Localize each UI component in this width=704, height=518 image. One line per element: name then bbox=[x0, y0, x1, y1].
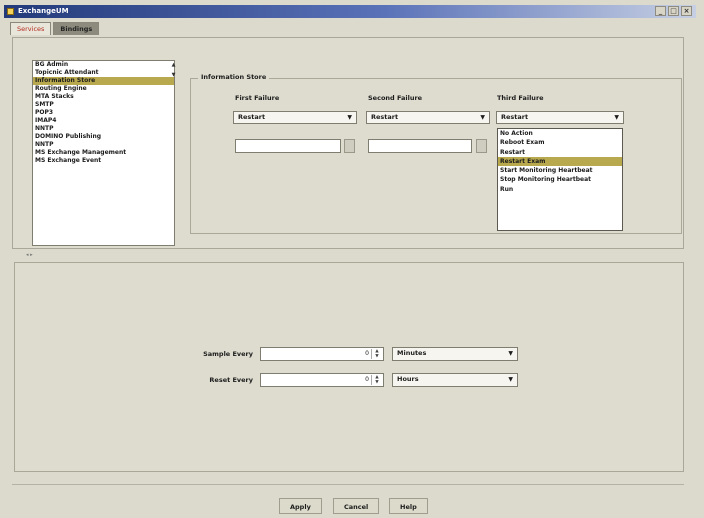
minimize-button[interactable]: _ bbox=[655, 6, 666, 16]
recovery-group-title: Information Store bbox=[198, 73, 270, 81]
window-controls: _ □ × bbox=[655, 6, 692, 16]
third-failure-select[interactable]: Restart ▼ bbox=[496, 111, 624, 124]
list-item[interactable]: MS Exchange Management bbox=[33, 149, 174, 157]
window-title: ExchangeUM bbox=[18, 7, 69, 15]
close-button[interactable]: × bbox=[681, 6, 692, 16]
tab-bar: Services Bindings bbox=[10, 22, 101, 36]
list-item[interactable]: BG Admin bbox=[33, 61, 174, 69]
maximize-button[interactable]: □ bbox=[668, 6, 679, 16]
chevron-down-icon: ▼ bbox=[614, 114, 619, 121]
list-item[interactable]: Information Store bbox=[33, 77, 174, 85]
sample-every-label: Sample Every bbox=[203, 350, 253, 358]
first-failure-browse-button[interactable] bbox=[344, 139, 355, 153]
list-item[interactable]: POP3 bbox=[33, 109, 174, 117]
splitter-handle[interactable]: ◂ ▸ bbox=[12, 251, 684, 259]
reset-unit-select[interactable]: Hours ▼ bbox=[392, 373, 518, 387]
list-item[interactable]: IMAP4 bbox=[33, 117, 174, 125]
dropdown-option[interactable]: Stop Monitoring Heartbeat bbox=[498, 175, 622, 184]
first-failure-select[interactable]: Restart ▼ bbox=[233, 111, 357, 124]
reset-every-label: Reset Every bbox=[209, 376, 253, 384]
chevron-down-icon: ▼ bbox=[347, 114, 352, 121]
apply-button[interactable]: Apply bbox=[279, 498, 322, 514]
first-failure-label: First Failure bbox=[235, 94, 280, 102]
second-failure-value: Restart bbox=[371, 113, 399, 121]
sample-unit-select[interactable]: Minutes ▼ bbox=[392, 347, 518, 361]
scroll-up-icon[interactable]: ▲ bbox=[171, 62, 176, 68]
spinner-arrows-icon[interactable]: ▲ ▼ bbox=[371, 375, 382, 385]
first-failure-value: Restart bbox=[238, 113, 266, 121]
dropdown-option[interactable]: Run bbox=[498, 185, 622, 194]
sample-unit-value: Minutes bbox=[397, 349, 427, 357]
list-item[interactable]: DOMINO Publishing bbox=[33, 133, 174, 141]
spinner-arrows-icon[interactable]: ▲ ▼ bbox=[371, 349, 382, 359]
cancel-button[interactable]: Cancel bbox=[333, 498, 380, 514]
first-failure-input[interactable] bbox=[235, 139, 341, 153]
sample-every-value: 0 bbox=[365, 350, 369, 357]
schedule-panel bbox=[14, 262, 684, 472]
grip-icon: ◂ ▸ bbox=[26, 252, 33, 258]
dropdown-option[interactable]: Reboot Exam bbox=[498, 138, 622, 147]
app-icon bbox=[7, 8, 14, 15]
title-bar: ExchangeUM _ □ × bbox=[4, 5, 696, 18]
third-failure-label: Third Failure bbox=[497, 94, 544, 102]
list-item[interactable]: NNTP bbox=[33, 125, 174, 133]
third-failure-value: Restart bbox=[501, 113, 529, 121]
tab-services[interactable]: Services bbox=[10, 22, 52, 35]
reset-every-value: 0 bbox=[365, 376, 369, 383]
dropdown-option[interactable]: No Action bbox=[498, 129, 622, 138]
main-window: ExchangeUM _ □ × Services Bindings BG Ad… bbox=[0, 0, 704, 518]
tab-bindings[interactable]: Bindings bbox=[53, 22, 100, 35]
scroll-down-icon[interactable]: ▼ bbox=[171, 72, 176, 78]
third-failure-dropdown-list[interactable]: No Action Reboot Exam Restart Restart Exam S… bbox=[497, 128, 623, 231]
list-item[interactable]: MTA Stacks bbox=[33, 93, 174, 101]
second-failure-browse-button[interactable] bbox=[476, 139, 487, 153]
list-item[interactable]: SMTP bbox=[33, 101, 174, 109]
sample-every-spinner[interactable]: 0 ▲ ▼ bbox=[260, 347, 384, 361]
chevron-down-icon: ▼ bbox=[508, 350, 513, 357]
list-item[interactable]: NNTP bbox=[33, 141, 174, 149]
help-button[interactable]: Help bbox=[389, 498, 428, 514]
second-failure-select[interactable]: Restart ▼ bbox=[366, 111, 490, 124]
dropdown-option[interactable]: Start Monitoring Heartbeat bbox=[498, 166, 622, 175]
list-item[interactable]: Topicnic Attendant bbox=[33, 69, 174, 77]
list-item[interactable]: MS Exchange Event bbox=[33, 157, 174, 165]
reset-every-spinner[interactable]: 0 ▲ ▼ bbox=[260, 373, 384, 387]
chevron-down-icon: ▼ bbox=[480, 114, 485, 121]
chevron-down-icon: ▼ bbox=[508, 376, 513, 383]
dropdown-option[interactable]: Restart bbox=[498, 148, 622, 157]
second-failure-input[interactable] bbox=[368, 139, 472, 153]
list-item[interactable]: Routing Engine bbox=[33, 85, 174, 93]
reset-unit-value: Hours bbox=[397, 375, 419, 383]
second-failure-label: Second Failure bbox=[368, 94, 423, 102]
services-list[interactable]: BG Admin Topicnic Attendant Information St… bbox=[32, 60, 175, 246]
dropdown-option[interactable]: Restart Exam bbox=[498, 156, 622, 167]
